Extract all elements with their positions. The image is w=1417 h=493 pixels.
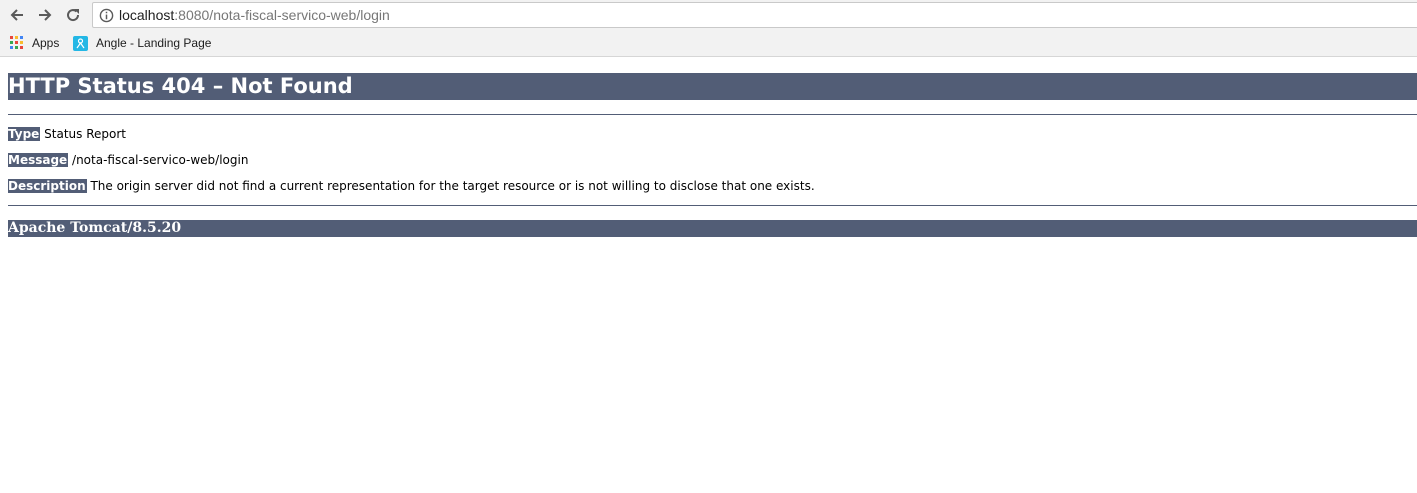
reload-button[interactable] [62,4,84,26]
type-value: Status Report [44,127,126,141]
arrow-right-icon [39,9,52,21]
description-value: The origin server did not find a current… [90,179,815,193]
url-text[interactable]: localhost:8080/nota-fiscal-servico-web/l… [119,7,390,23]
page-title: HTTP Status 404 – Not Found [8,73,1417,100]
address-bar[interactable]: localhost:8080/nota-fiscal-servico-web/l… [92,2,1417,28]
url-path: :8080/nota-fiscal-servico-web/login [174,7,390,23]
arrow-left-icon [10,9,23,21]
divider [8,114,1417,115]
browser-toolbar: localhost:8080/nota-fiscal-servico-web/l… [0,0,1417,30]
url-host: localhost [119,7,175,23]
message-label: Message [8,153,69,167]
message-row: Message /nota-fiscal-servico-web/login [8,153,248,168]
server-footer: Apache Tomcat/8.5.20 [8,220,1417,237]
bookmark-angle-landing-page[interactable]: Angle - Landing Page [73,34,211,52]
bookmark-label: Apps [32,36,60,50]
type-label: Type [8,127,41,141]
bookmark-label: Angle - Landing Page [96,36,212,50]
back-button[interactable] [6,4,28,26]
bookmarks-bar: Apps Angle - Landing Page [0,30,1417,57]
forward-button[interactable] [34,4,56,26]
page-content: HTTP Status 404 – Not Found Type Status … [8,58,1417,237]
angle-favicon-icon [73,35,88,51]
bookmark-apps[interactable]: Apps [10,34,59,52]
description-row: Description The origin server did not fi… [8,179,815,194]
divider [8,205,1417,206]
reload-icon [67,9,80,22]
description-label: Description [8,179,87,193]
type-row: Type Status Report [8,127,126,142]
apps-grid-icon [10,36,23,49]
info-icon[interactable] [99,8,114,23]
message-value: /nota-fiscal-servico-web/login [72,153,249,167]
